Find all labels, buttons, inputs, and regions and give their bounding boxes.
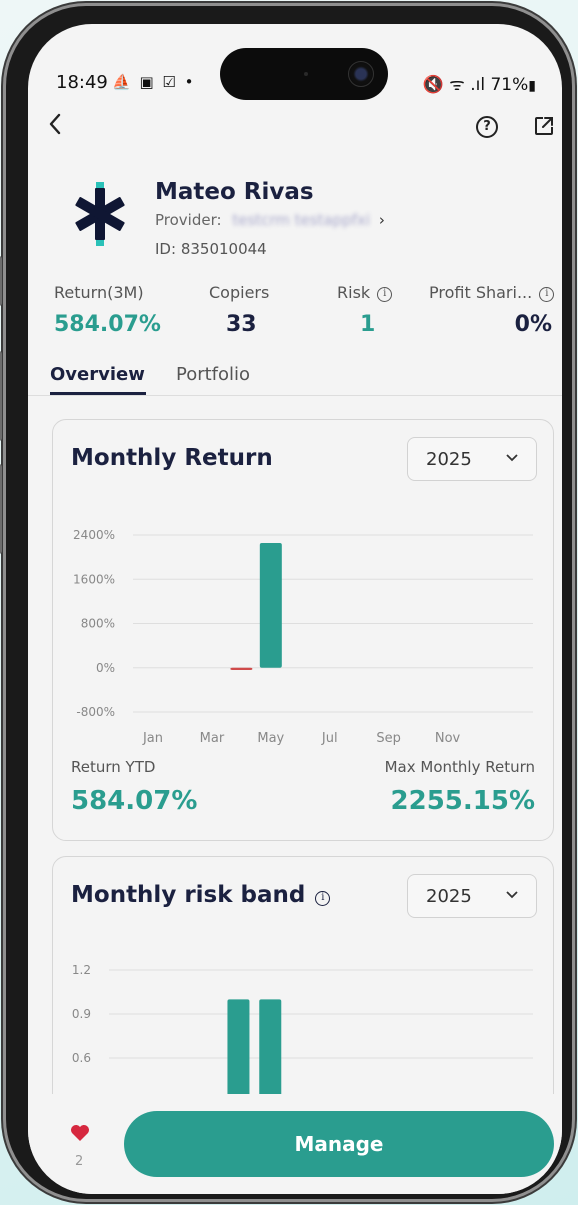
y-tick-label: 1600% bbox=[73, 572, 115, 586]
info-icon[interactable]: i bbox=[377, 287, 393, 302]
app-screen: 18:49 ⛵ ▣ ☑ • 🔇 ᯤ .ıl 71%▮ ? Mateo Rivas bbox=[28, 24, 562, 1194]
x-tick-label: Jul bbox=[321, 731, 338, 745]
stat-value-return: 584.07% bbox=[54, 312, 161, 337]
tab-portfolio[interactable]: Portfolio bbox=[176, 364, 250, 385]
max-monthly-return-label: Max Monthly Return bbox=[384, 758, 535, 776]
action-button bbox=[0, 256, 2, 306]
battery-icon: ▮ bbox=[528, 78, 536, 94]
front-camera bbox=[348, 61, 374, 87]
notification-icons: ⛵ ▣ ☑ • bbox=[112, 73, 196, 91]
year-select[interactable]: 2025 bbox=[407, 874, 537, 918]
back-button[interactable] bbox=[48, 112, 62, 142]
tab-overview[interactable]: Overview bbox=[50, 364, 145, 385]
favorites-count: 2 bbox=[75, 1154, 84, 1169]
volume-up-button bbox=[0, 351, 2, 441]
year-select[interactable]: 2025 bbox=[407, 437, 537, 481]
risk-label-text: Risk bbox=[337, 283, 371, 302]
id-value: 835010044 bbox=[180, 240, 267, 258]
bar-may bbox=[259, 543, 282, 668]
monthly-risk-title-text: Monthly risk band bbox=[71, 882, 306, 908]
stat-value-copiers: 33 bbox=[226, 312, 257, 337]
battery-level: 71% bbox=[490, 75, 529, 95]
y-tick-label: 1.2 bbox=[72, 963, 91, 977]
id-label: ID: bbox=[155, 240, 177, 258]
monthly-return-title: Monthly Return bbox=[71, 445, 273, 471]
stat-label-risk[interactable]: Risk i bbox=[337, 283, 393, 302]
status-right: 🔇 ᯤ .ıl 71%▮ bbox=[423, 72, 536, 95]
y-tick-label: -800% bbox=[76, 705, 115, 719]
return-ytd-label: Return YTD bbox=[71, 758, 156, 776]
max-monthly-return-value: 2255.15% bbox=[390, 786, 535, 816]
trader-name: Mateo Rivas bbox=[155, 179, 314, 205]
chevron-down-icon bbox=[506, 454, 518, 462]
y-tick-label: 0.6 bbox=[72, 1051, 91, 1065]
chevron-right-icon: › bbox=[378, 211, 385, 229]
dynamic-island bbox=[220, 48, 388, 100]
x-tick-label: Mar bbox=[200, 731, 225, 745]
manage-button[interactable]: Manage bbox=[124, 1111, 554, 1177]
x-tick-label: Nov bbox=[435, 731, 461, 745]
x-tick-label: Sep bbox=[376, 731, 401, 745]
provider-value: testcrm testappfxi bbox=[232, 211, 371, 229]
phone-frame: 18:49 ⛵ ▣ ☑ • 🔇 ᯤ .ıl 71%▮ ? Mateo Rivas bbox=[0, 6, 572, 1199]
stat-label-return: Return(3M) bbox=[54, 283, 144, 302]
year-select-value: 2025 bbox=[426, 886, 472, 907]
profit-sharing-label-text: Profit Shari... bbox=[429, 283, 533, 302]
info-icon[interactable]: i bbox=[539, 287, 555, 302]
id-row: ID: 835010044 bbox=[155, 240, 267, 258]
system-status-icons: 🔇 ᯤ .ıl bbox=[422, 75, 486, 95]
provider-logo bbox=[75, 182, 125, 246]
y-tick-label: 800% bbox=[81, 617, 115, 631]
chevron-left-icon bbox=[49, 113, 61, 135]
year-select-value: 2025 bbox=[426, 449, 472, 470]
volume-down-button bbox=[0, 464, 2, 554]
monthly-risk-title: Monthly risk band i bbox=[71, 882, 331, 908]
provider-row[interactable]: Provider: testcrm testappfxi › bbox=[155, 211, 385, 229]
heart-icon[interactable] bbox=[70, 1124, 90, 1142]
stat-value-profit-sharing: 0% bbox=[514, 312, 552, 337]
monthly-return-card: Monthly Return 2025 2400% 1600% 800% 0% -800… bbox=[52, 419, 554, 841]
provider-label: Provider: bbox=[155, 211, 222, 229]
x-tick-label: May bbox=[257, 731, 284, 745]
tab-divider bbox=[28, 395, 562, 396]
stat-label-profit-sharing[interactable]: Profit Shari... i bbox=[429, 283, 555, 302]
y-tick-label: 0% bbox=[96, 661, 115, 675]
bar-apr bbox=[230, 667, 253, 670]
status-time: 18:49 bbox=[56, 72, 108, 93]
y-tick-label: 2400% bbox=[73, 528, 115, 542]
info-icon[interactable]: i bbox=[315, 891, 331, 906]
chevron-down-icon bbox=[506, 891, 518, 899]
stat-value-risk: 1 bbox=[360, 312, 376, 337]
stat-label-copiers: Copiers bbox=[209, 283, 270, 302]
help-icon[interactable]: ? bbox=[476, 116, 498, 138]
share-icon[interactable] bbox=[534, 116, 554, 136]
y-tick-label: 0.9 bbox=[72, 1007, 91, 1021]
sensor-dot bbox=[304, 72, 308, 76]
return-ytd-value: 584.07% bbox=[71, 786, 198, 816]
x-tick-label: Jan bbox=[142, 731, 163, 745]
monthly-return-chart: 2400% 1600% 800% 0% -800% Jan Mar May Jul Sep Nov bbox=[73, 528, 533, 745]
